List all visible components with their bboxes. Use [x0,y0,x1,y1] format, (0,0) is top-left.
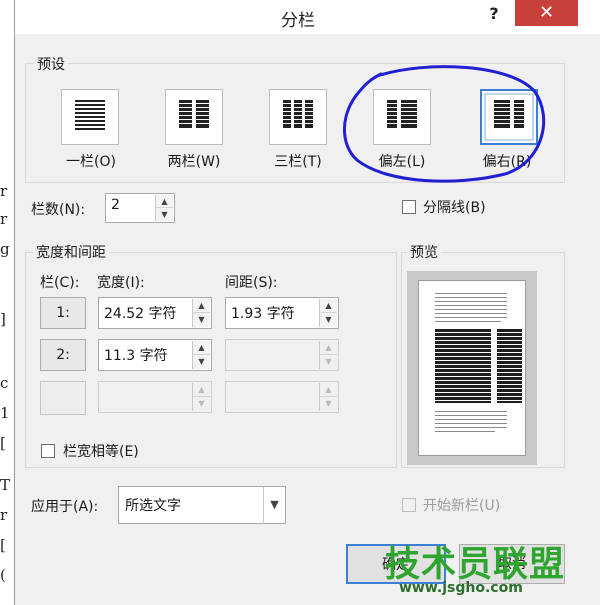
width-spinner-2[interactable]: 11.3 字符 ▲ ▼ [98,339,212,371]
preset-three-columns[interactable] [269,89,327,145]
spin-control: ▲ ▼ [319,383,337,411]
preset-two-columns[interactable] [165,89,223,145]
annotation-circle [343,65,546,183]
columns-dialog: 分栏 ? ✕ 预设 一栏(O) 两栏(W) 三栏(T) 偏左(L) 偏右(R) … [14,0,600,605]
apply-to-label: 应用于(A): [31,499,99,515]
width-value-2: 11.3 字符 [104,348,168,364]
doc-char: r [0,182,8,200]
width-header: 宽度(I): [97,275,145,291]
preview-pane [407,271,537,465]
doc-char: r [0,210,8,228]
width-spinner-1[interactable]: 24.52 字符 ▲ ▼ [98,297,212,329]
new-column-checkbox [402,498,416,512]
spin-up-icon: ▲ [320,383,337,397]
spin-control: ▲ ▼ [192,341,210,369]
presets-group-label: 预设 [34,54,68,74]
apply-to-value: 所选文字 [125,498,181,514]
doc-char: T [0,476,11,494]
three-columns-icon [283,100,313,128]
spin-up-icon[interactable]: ▲ [193,299,210,313]
preview-page [418,280,526,456]
doc-char: r [0,506,8,524]
spin-down-icon[interactable]: ▼ [193,313,210,327]
watermark-url: www.jsgho.com [399,580,523,596]
doc-char: c [0,374,9,392]
spin-control: ▲ ▼ [155,195,173,221]
column-number-button[interactable]: 1: [40,297,86,329]
spin-down-icon: ▼ [320,397,337,411]
spin-down-icon[interactable]: ▼ [320,313,337,327]
preview-lines [435,293,522,432]
spin-up-icon[interactable]: ▲ [320,299,337,313]
line-between-checkbox[interactable] [402,200,416,214]
preset-two-columns-label: 两栏(W) [167,154,221,170]
spin-control: ▲ ▼ [192,299,210,327]
spin-up-icon[interactable]: ▲ [156,195,173,208]
spacing-value-1: 1.93 字符 [231,306,295,322]
spin-up-icon: ▲ [193,383,210,397]
spin-down-icon: ▼ [320,355,337,369]
col-header: 栏(C): [40,275,80,291]
doc-char: g [0,240,10,258]
spin-down-icon: ▼ [193,397,210,411]
spin-down-icon[interactable]: ▼ [156,208,173,221]
preset-three-columns-label: 三栏(T) [274,154,322,170]
one-column-icon [75,100,105,130]
new-column-label: 开始新栏(U) [423,498,501,514]
preview-group-label: 预览 [407,242,441,262]
equal-width-label: 栏宽相等(E) [63,444,139,460]
spin-control: ▲ ▼ [319,341,337,369]
column-count-label: 栏数(N): [31,202,86,218]
spacing-header: 间距(S): [225,275,278,291]
column-count-spinner[interactable]: 2 ▲ ▼ [105,193,175,223]
preset-one-column-label: 一栏(O) [66,154,116,170]
spin-control: ▲ ▼ [192,383,210,411]
equal-width-checkbox[interactable] [41,444,55,458]
doc-char: ] [0,310,6,328]
width-spacing-group-label: 宽度和间距 [33,242,109,262]
doc-char: [ [0,536,6,554]
doc-char: [ [0,434,6,452]
help-button[interactable]: ? [483,4,505,26]
close-button[interactable]: ✕ [515,0,578,26]
watermark-logo: 技术员联盟 www.jsgho.com [381,536,581,604]
doc-char: ( [0,566,6,584]
doc-char: 1 [0,404,10,422]
spin-up-icon[interactable]: ▲ [193,341,210,355]
width-spinner-3: ▲ ▼ [98,381,212,413]
line-between-label: 分隔线(B) [423,200,486,216]
spin-down-icon[interactable]: ▼ [193,355,210,369]
width-value-1: 24.52 字符 [104,306,177,322]
two-columns-icon [179,100,209,128]
spin-control: ▲ ▼ [319,299,337,327]
document-background: r r g ] c 1 [ T r [ ( [0,0,14,605]
column-number-button [40,381,86,415]
spacing-spinner-1[interactable]: 1.93 字符 ▲ ▼ [225,297,339,329]
spin-up-icon: ▲ [320,341,337,355]
spacing-spinner-3: ▲ ▼ [225,381,339,413]
column-count-value: 2 [111,197,120,213]
preset-one-column[interactable] [61,89,119,145]
dialog-titlebar: 分栏 ? ✕ [15,0,600,34]
spacing-spinner-2: ▲ ▼ [225,339,339,371]
apply-to-select[interactable]: 所选文字 ▼ [118,486,286,524]
column-number-button[interactable]: 2: [40,339,86,371]
chevron-down-icon[interactable]: ▼ [263,487,285,523]
